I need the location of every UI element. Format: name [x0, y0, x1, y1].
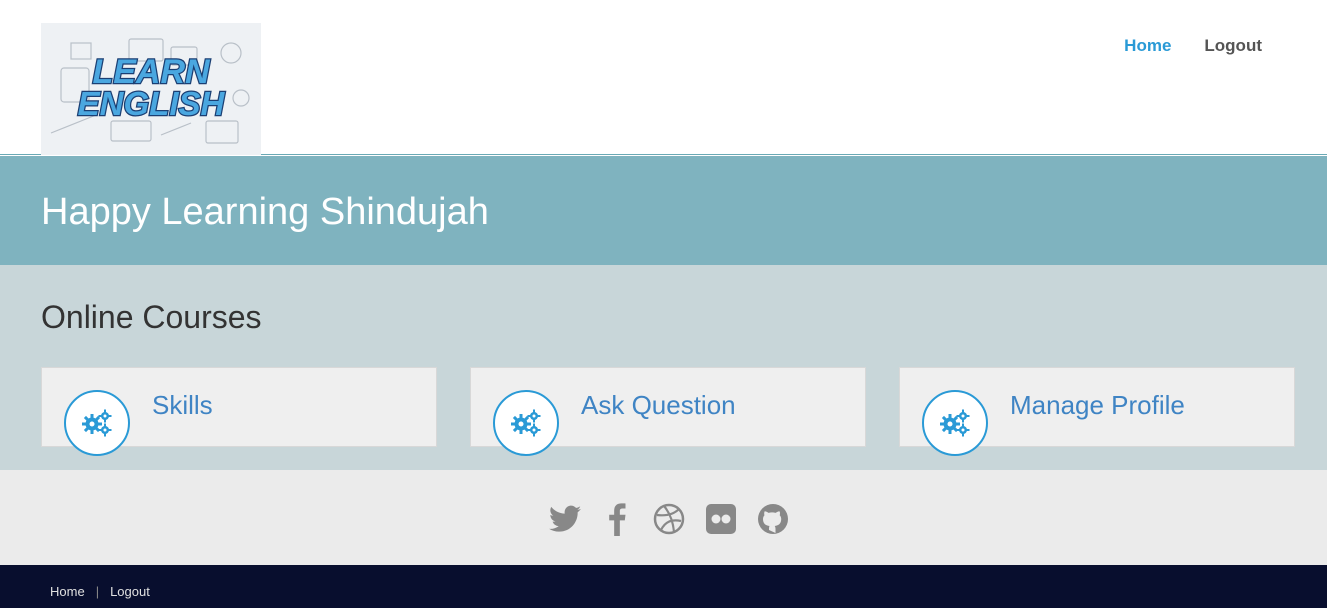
footer-logout-link[interactable]: Logout	[110, 584, 150, 599]
welcome-banner: Happy Learning Shindujah	[0, 156, 1327, 265]
courses-heading: Online Courses	[41, 299, 262, 335]
gears-icon	[493, 390, 559, 456]
course-card-manage-profile[interactable]: Manage Profile	[899, 367, 1295, 456]
course-card-label: Manage Profile	[1010, 390, 1185, 420]
twitter-icon[interactable]	[548, 502, 582, 536]
course-card-ask-question[interactable]: Ask Question	[470, 367, 866, 456]
course-card-label: Skills	[152, 390, 213, 420]
github-icon[interactable]	[756, 502, 790, 536]
logo-text-english: ENGLISH	[78, 85, 226, 122]
footer-home-link[interactable]: Home	[50, 584, 85, 599]
course-card-skills[interactable]: Skills	[41, 367, 437, 456]
top-nav: Home Logout	[1124, 36, 1262, 56]
nav-logout-link[interactable]: Logout	[1204, 36, 1262, 56]
gears-icon	[922, 390, 988, 456]
dribbble-icon[interactable]	[652, 502, 686, 536]
courses-section: Online Courses Skills Ask Question Manag…	[0, 265, 1327, 470]
gears-icon	[64, 390, 130, 456]
facebook-icon[interactable]	[600, 502, 634, 536]
site-header: LEARN ENGLISH Home Logout	[0, 0, 1327, 155]
footer-separator: |	[95, 584, 100, 599]
social-links-bar	[0, 470, 1327, 565]
course-card-label: Ask Question	[581, 390, 736, 420]
site-footer: Home | Logout	[0, 565, 1327, 608]
learn-english-logo[interactable]: LEARN ENGLISH	[41, 23, 261, 155]
welcome-title: Happy Learning Shindujah	[41, 191, 489, 233]
nav-home-link[interactable]: Home	[1124, 36, 1171, 56]
flickr-icon[interactable]	[704, 502, 738, 536]
